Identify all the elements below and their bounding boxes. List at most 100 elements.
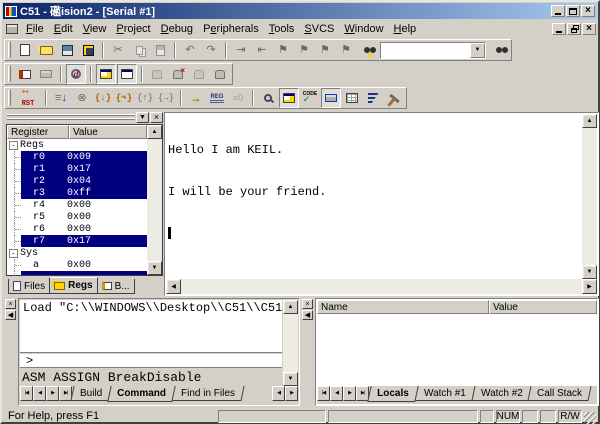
pane-gripper[interactable]: ▼ × <box>6 112 163 123</box>
menu-window[interactable]: Window <box>339 22 388 36</box>
next-bookmark-button[interactable]: ⚑ <box>294 40 314 60</box>
symbol-window-button[interactable] <box>258 88 278 108</box>
tab-watch2[interactable]: Watch #2 <box>471 386 532 401</box>
menu-tools[interactable]: Tools <box>264 22 300 36</box>
menu-edit[interactable]: Edit <box>49 22 78 36</box>
indent-button[interactable]: ⇥ <box>231 40 251 60</box>
app-icon[interactable] <box>5 6 17 17</box>
step-over-button[interactable]: {↷} <box>114 88 134 108</box>
unindent-button[interactable]: ⇤ <box>252 40 272 60</box>
minimize-button[interactable] <box>551 5 565 17</box>
register-column-header[interactable]: Register <box>7 125 69 139</box>
step-out-button[interactable]: {↑} <box>135 88 155 108</box>
tab-hscroll-right-button[interactable]: ▶ <box>285 386 298 401</box>
tab-scroll-prev-button[interactable]: ◀ <box>330 386 343 401</box>
command-input-line[interactable]: > <box>20 354 282 368</box>
watch-window-button[interactable] <box>279 88 299 108</box>
run-to-cursor-button[interactable]: {→} <box>156 88 176 108</box>
paste-button[interactable] <box>150 40 170 60</box>
toolbar-grip[interactable] <box>8 42 11 58</box>
tab-regs[interactable]: Regs <box>49 277 97 294</box>
toolbar-grip[interactable] <box>8 90 11 106</box>
tab-scroll-next-button[interactable]: ▶ <box>343 386 356 401</box>
tab-watch1[interactable]: Watch #1 <box>414 386 475 401</box>
menu-project[interactable]: Project <box>111 22 155 36</box>
register-group-row[interactable]: -Regs <box>7 139 147 151</box>
register-row[interactable]: a0x00 <box>7 259 147 271</box>
scroll-up-button[interactable]: ▲ <box>147 125 162 139</box>
toolbar-grip[interactable] <box>8 66 11 82</box>
run-button[interactable]: ≡↓ <box>51 88 71 108</box>
step-into-button[interactable]: {↓} <box>93 88 113 108</box>
name-column-header[interactable]: Name <box>317 300 489 314</box>
pane-menu-button[interactable]: ▼ <box>136 112 149 123</box>
menu-peripherals[interactable]: Peripherals <box>198 22 264 36</box>
output-window-button[interactable] <box>117 64 137 84</box>
menu-debug[interactable]: Debug <box>156 22 198 36</box>
enable-breakpoint-button[interactable] <box>189 64 209 84</box>
close-button[interactable]: × <box>581 5 595 17</box>
clear-bookmarks-button[interactable]: ⚑ <box>336 40 356 60</box>
cut-button[interactable]: ✂ <box>108 40 128 60</box>
tab-build[interactable]: Build <box>70 386 111 401</box>
menu-file[interactable]: File <box>21 22 49 36</box>
halt-button[interactable]: ⊗ <box>72 88 92 108</box>
watch-body[interactable] <box>317 314 597 386</box>
new-file-button[interactable] <box>15 40 35 60</box>
tab-call-stack[interactable]: Call Stack <box>528 386 592 401</box>
performance-analyzer-button[interactable] <box>363 88 383 108</box>
find-combobox-dropdown[interactable]: ▼ <box>470 43 485 58</box>
collapse-icon[interactable]: - <box>9 141 18 150</box>
scrollbar-track[interactable] <box>147 139 162 261</box>
mdi-restore-button[interactable] <box>567 23 581 35</box>
mdi-document-icon[interactable] <box>6 24 18 34</box>
title-bar[interactable]: C51 - 礛ision2 - [Serial #1] × <box>3 3 597 19</box>
register-row[interactable]: r50x00 <box>7 211 147 223</box>
pane-close-button[interactable]: × <box>302 299 313 309</box>
copy-button[interactable] <box>129 40 149 60</box>
find-in-files-button[interactable] <box>357 40 377 60</box>
register-row[interactable]: r30xff <box>7 187 147 199</box>
save-button[interactable] <box>57 40 77 60</box>
resize-grip[interactable] <box>584 412 596 424</box>
start-stop-debug-button[interactable]: d <box>66 64 86 84</box>
find-button[interactable] <box>489 40 509 60</box>
serial-output-area[interactable]: Hello I am KEIL. I will be your friend. <box>166 114 581 278</box>
scroll-left-button[interactable]: ◀ <box>166 279 181 294</box>
tab-scroll-prev-button[interactable]: ◀ <box>33 386 46 401</box>
scroll-right-button[interactable]: ▶ <box>582 279 597 294</box>
maximize-button[interactable] <box>566 5 580 17</box>
tab-files[interactable]: Files <box>8 279 50 294</box>
kill-all-breakpoints-button[interactable]: × <box>168 64 188 84</box>
tab-hscroll-left-button[interactable]: ◀ <box>272 386 285 401</box>
project-window-button[interactable] <box>96 64 116 84</box>
pane-close-button[interactable]: × <box>150 112 163 123</box>
register-row[interactable]: r40x00 <box>7 199 147 211</box>
register-row[interactable]: r70x17 <box>7 235 147 247</box>
show-next-statement-button[interactable]: → <box>186 88 206 108</box>
scroll-down-button[interactable]: ▼ <box>582 265 597 279</box>
toggle-bookmark-button[interactable]: ⚑ <box>273 40 293 60</box>
register-group-row[interactable]: -Sys <box>7 247 147 259</box>
value-column-header[interactable]: Value <box>489 300 597 314</box>
menu-help[interactable]: Help <box>389 22 422 36</box>
reset-cpu-button[interactable]: ↤RST <box>15 88 41 108</box>
toolbox-button[interactable] <box>384 88 404 108</box>
register-row[interactable]: r00x09 <box>7 151 147 163</box>
tab-scroll-first-button[interactable]: |◀ <box>317 386 330 401</box>
tab-command[interactable]: Command <box>108 386 176 402</box>
pane-collapse-button[interactable]: ◀ <box>302 310 313 320</box>
serial-horizontal-scrollbar[interactable]: ◀ ▶ <box>166 279 597 294</box>
serial-window-button[interactable] <box>321 88 341 108</box>
tab-scroll-next-button[interactable]: ▶ <box>46 386 59 401</box>
register-row[interactable]: r60x00 <box>7 223 147 235</box>
register-row-partial[interactable] <box>7 271 147 275</box>
find-combobox[interactable]: ▼ <box>380 42 486 59</box>
scroll-down-button[interactable]: ▼ <box>283 372 298 386</box>
scroll-down-button[interactable]: ▼ <box>147 261 162 275</box>
tab-books[interactable]: B... <box>97 279 135 294</box>
scroll-up-button[interactable]: ▲ <box>283 300 298 314</box>
memory-window-button[interactable] <box>342 88 362 108</box>
open-file-button[interactable] <box>36 40 56 60</box>
scrollbar-track[interactable] <box>582 128 597 265</box>
